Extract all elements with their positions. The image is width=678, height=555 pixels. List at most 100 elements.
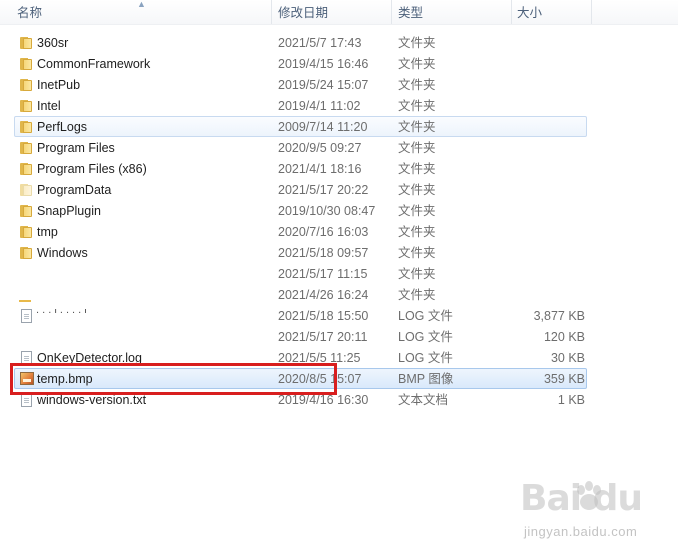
modified-date: 2019/4/1 11:02	[278, 99, 361, 113]
file-row[interactable]: 2021/5/18 15:50 LOG 文件 3,877 KB	[14, 305, 587, 326]
file-explorer-view: 名称 ▲ 修改日期 类型 大小 360sr 2021/5/7 17:43 文件夹 Co…	[0, 0, 678, 555]
column-divider[interactable]	[391, 0, 392, 24]
column-divider[interactable]	[271, 0, 272, 24]
file-size: 30 KB	[550, 351, 585, 365]
file-name: Program Files	[37, 141, 115, 155]
file-size: 359 KB	[543, 372, 585, 386]
file-type: 文件夹	[398, 267, 436, 281]
file-type: 文件夹	[398, 78, 436, 92]
file-type: 文本文档	[398, 393, 449, 407]
file-type: 文件夹	[398, 162, 436, 176]
file-type: 文件夹	[398, 120, 436, 134]
modified-date: 2021/5/7 17:43	[278, 36, 362, 50]
folder-row[interactable]: tmp 2020/7/16 16:03 文件夹	[14, 221, 587, 242]
file-size	[495, 33, 585, 52]
file-type: 文件夹	[398, 288, 436, 302]
file-size	[495, 285, 585, 304]
file-size	[495, 201, 585, 220]
folder-icon	[20, 184, 32, 196]
column-date-header[interactable]: 修改日期	[278, 0, 328, 24]
column-header: 名称 ▲ 修改日期 类型 大小	[0, 0, 678, 25]
file-type: BMP 图像	[398, 372, 454, 386]
file-size	[495, 159, 585, 178]
file-size	[495, 180, 585, 199]
folder-row[interactable]: ProgramData 2021/5/17 20:22 文件夹	[14, 179, 587, 200]
file-size	[495, 96, 585, 115]
column-divider[interactable]	[591, 0, 592, 24]
file-row[interactable]: 2021/5/17 20:11 LOG 文件 120 KB	[14, 326, 587, 347]
file-name: ProgramData	[37, 183, 112, 197]
file-type: 文件夹	[398, 246, 436, 260]
folder-row[interactable]: Intel 2019/4/1 11:02 文件夹	[14, 95, 587, 116]
folder-row[interactable]: PerfLogs 2009/7/14 11:20 文件夹	[14, 116, 587, 137]
modified-date: 2020/7/16 16:03	[278, 225, 369, 239]
modified-date: 2021/5/17 11:15	[278, 267, 368, 281]
sort-ascending-icon: ▲	[137, 0, 146, 9]
baidu-watermark: Bai du jingyan.baidu.com	[520, 478, 670, 548]
folder-icon	[20, 226, 32, 238]
file-name: 360sr	[37, 36, 69, 50]
file-type: 文件夹	[398, 204, 436, 218]
file-type: 文件夹	[398, 225, 436, 239]
file-name: tmp	[37, 225, 58, 239]
cropped-filename: . . . l . . . . l	[36, 309, 96, 314]
file-size: 1 KB	[557, 393, 585, 407]
folder-row[interactable]: CommonFramework 2019/4/15 16:46 文件夹	[14, 53, 587, 74]
column-divider[interactable]	[511, 0, 512, 24]
column-size-header[interactable]: 大小	[517, 0, 542, 24]
modified-date: 2019/4/15 16:46	[278, 57, 369, 71]
file-size	[495, 138, 585, 157]
watermark-url: jingyan.baidu.com	[524, 524, 638, 539]
folder-icon	[20, 37, 32, 49]
file-type: 文件夹	[398, 183, 436, 197]
file-size	[495, 75, 585, 94]
column-name-header[interactable]: 名称	[17, 0, 42, 24]
folder-icon	[20, 58, 32, 70]
file-size: 3,877 KB	[533, 309, 585, 323]
highlight-annotation	[10, 363, 337, 395]
modified-date: 2021/5/18 09:57	[278, 246, 369, 260]
folder-row[interactable]: SnapPlugin 2019/10/30 08:47 文件夹	[14, 200, 587, 221]
folder-row[interactable]: Program Files 2020/9/5 09:27 文件夹	[14, 137, 587, 158]
file-name: Intel	[37, 99, 61, 113]
folder-row[interactable]: Program Files (x86) 2021/4/1 18:16 文件夹	[14, 158, 587, 179]
modified-date: 2019/10/30 08:47	[278, 204, 376, 218]
file-type: LOG 文件	[398, 351, 453, 365]
file-size	[495, 117, 585, 136]
folder-row[interactable]: Windows 2021/5/18 09:57 文件夹	[14, 242, 587, 263]
file-type: 文件夹	[398, 57, 436, 71]
file-name: Program Files (x86)	[37, 162, 147, 176]
modified-date: 2021/4/1 18:16	[278, 162, 362, 176]
modified-date: 2009/7/14 11:20	[278, 120, 368, 134]
file-size: 120 KB	[543, 330, 585, 344]
column-type-header[interactable]: 类型	[398, 0, 423, 24]
file-size	[495, 54, 585, 73]
folder-icon	[19, 300, 31, 302]
file-type: 文件夹	[398, 36, 436, 50]
modified-date: 2021/5/17 20:11	[278, 330, 368, 344]
modified-date: 2021/5/18 15:50	[278, 309, 369, 323]
file-row[interactable]: 2021/5/17 11:15 文件夹	[14, 263, 587, 284]
file-size	[495, 264, 585, 283]
modified-date: 2021/5/17 20:22	[278, 183, 369, 197]
file-name: InetPub	[37, 78, 81, 92]
folder-row[interactable]: 360sr 2021/5/7 17:43 文件夹	[14, 32, 587, 53]
file-type: 文件夹	[398, 99, 436, 113]
file-size	[495, 243, 585, 262]
file-row[interactable]: 2021/4/26 16:24 文件夹	[14, 284, 587, 305]
modified-date: 2021/4/26 16:24	[278, 288, 369, 302]
folder-icon	[20, 142, 32, 154]
file-name: Windows	[37, 246, 88, 260]
modified-date: 2020/9/5 09:27	[278, 141, 362, 155]
folder-icon	[20, 163, 32, 175]
file-name: PerfLogs	[37, 120, 88, 134]
paw-icon	[577, 481, 601, 510]
folder-row[interactable]: InetPub 2019/5/24 15:07 文件夹	[14, 74, 587, 95]
file-name: SnapPlugin	[37, 204, 101, 218]
file-name: CommonFramework	[37, 57, 151, 71]
file-type: LOG 文件	[398, 309, 453, 323]
modified-date: 2019/5/24 15:07	[278, 78, 369, 92]
document-icon	[21, 393, 32, 407]
file-size	[495, 222, 585, 241]
folder-icon	[20, 79, 32, 91]
